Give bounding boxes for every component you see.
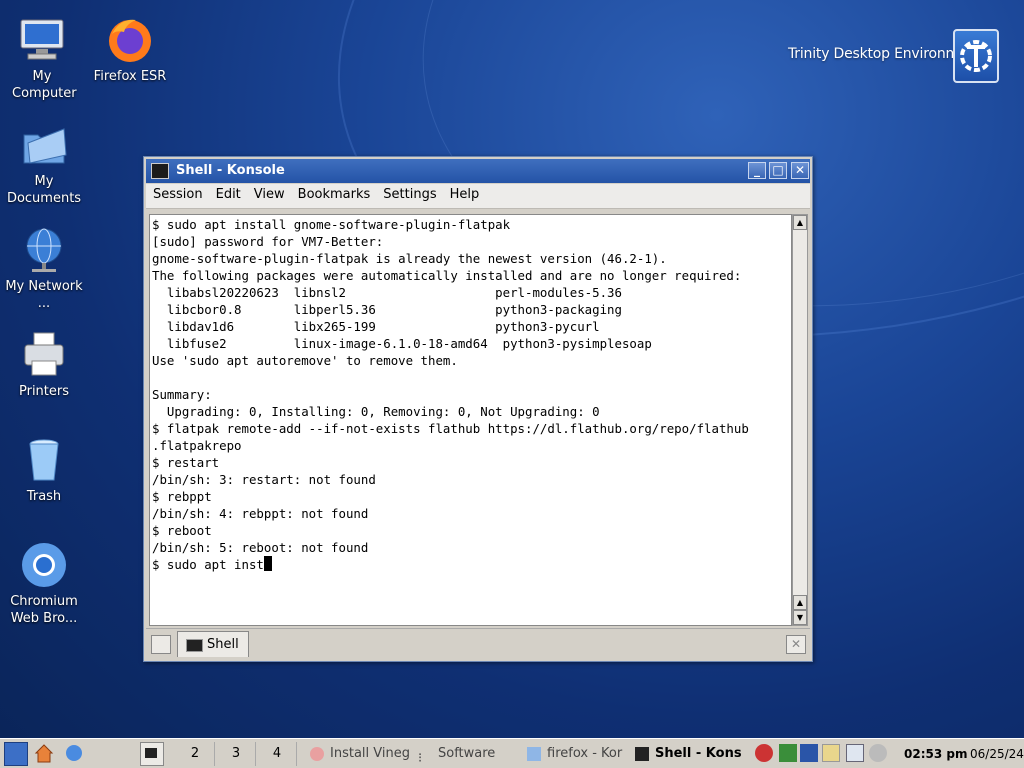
scroll-up-button[interactable]: ▲ xyxy=(793,215,807,230)
vertical-scrollbar[interactable]: ▲ ▲ ▼ xyxy=(792,214,808,626)
terminal-prompt-line[interactable]: $ sudo apt inst xyxy=(152,557,264,572)
task-label: Shell - Kons xyxy=(655,746,742,761)
computer-icon xyxy=(18,16,66,64)
close-button[interactable]: ✕ xyxy=(791,162,809,179)
trinity-menu-icon[interactable] xyxy=(4,742,28,766)
session-tab-bar: Shell ✕ xyxy=(146,628,810,659)
desktop-icon-label: My Documents xyxy=(6,174,82,206)
menu-help[interactable]: Help xyxy=(443,184,486,202)
menu-view[interactable]: View xyxy=(247,184,291,202)
scroll-down-button[interactable]: ▲ xyxy=(793,595,807,610)
scroll-down-button[interactable]: ▼ xyxy=(793,610,807,625)
close-session-button[interactable]: ✕ xyxy=(786,635,806,654)
network-globe-icon xyxy=(20,226,68,274)
folder-icon xyxy=(527,747,541,761)
desktop-icon-printers[interactable]: Printers xyxy=(0,331,89,400)
window-titlebar[interactable]: Shell - Konsole _ □ ✕ xyxy=(146,159,810,183)
chromium-icon xyxy=(20,541,68,589)
menu-edit[interactable]: Edit xyxy=(209,184,247,202)
network-manager-icon[interactable] xyxy=(779,744,797,762)
home-icon[interactable] xyxy=(33,742,55,764)
maximize-button[interactable]: □ xyxy=(769,162,787,179)
terminal-icon xyxy=(635,747,649,761)
tab-label: Shell xyxy=(207,637,239,652)
desktop-icon-trash[interactable]: Trash xyxy=(0,436,89,505)
clock-date[interactable]: 06/25/24 xyxy=(970,742,1024,766)
window-title: Shell - Konsole xyxy=(176,163,285,178)
task-label: Install Vineg xyxy=(330,746,410,761)
desktop-icon-my-documents[interactable]: My Documents xyxy=(0,121,89,207)
show-desktop-icon[interactable] xyxy=(140,742,164,766)
terminal-text: $ sudo apt install gnome-software-plugin… xyxy=(152,217,749,572)
desktop-icon-label: My Network ... xyxy=(5,279,83,311)
app-icon xyxy=(310,747,324,761)
desktop-icon-firefox[interactable]: Firefox ESR xyxy=(85,16,175,85)
folder-icon xyxy=(20,121,68,169)
desktop-switch-2[interactable]: 2 xyxy=(176,742,215,766)
mixer-icon[interactable] xyxy=(755,744,773,762)
desktop-icon-my-computer[interactable]: My Computer xyxy=(0,16,87,102)
terminal-output[interactable]: $ sudo apt install gnome-software-plugin… xyxy=(149,214,792,626)
desktop-icon-label: Firefox ESR xyxy=(93,69,167,84)
konsole-window[interactable]: Shell - Konsole _ □ ✕ Session Edit View Boo… xyxy=(143,156,813,662)
software-icon: ⁝ xyxy=(418,751,423,766)
menu-session[interactable]: Session xyxy=(146,184,209,202)
display-icon[interactable] xyxy=(800,744,818,762)
minimize-button[interactable]: _ xyxy=(748,162,766,179)
task-label: firefox - Kor xyxy=(547,746,623,761)
trinity-logo-icon xyxy=(953,29,999,83)
desktop-icon-label: Trash xyxy=(26,489,62,504)
desktop-switch-3[interactable]: 3 xyxy=(217,742,256,766)
trash-icon xyxy=(20,436,68,484)
menu-settings[interactable]: Settings xyxy=(376,184,442,202)
text-cursor xyxy=(263,556,272,571)
new-session-button[interactable] xyxy=(151,635,171,654)
menu-bar: Session Edit View Bookmarks Settings Help xyxy=(146,184,810,209)
desktop-icon-label: My Computer xyxy=(12,69,77,101)
desktop-icon-my-network[interactable]: My Network ... xyxy=(0,226,89,312)
monitor-icon[interactable] xyxy=(846,744,864,762)
terminal-icon xyxy=(186,639,203,652)
task-software[interactable]: ⁝ Software xyxy=(416,742,538,766)
tab-shell[interactable]: Shell xyxy=(177,631,249,657)
clock-time[interactable]: 02:53 pm xyxy=(904,742,967,766)
firefox-icon xyxy=(106,16,154,64)
task-firefox-konqueror[interactable]: firefox - Kor xyxy=(525,742,649,766)
task-install-vinegar[interactable]: Install Vineg xyxy=(308,742,432,766)
menu-bookmarks[interactable]: Bookmarks xyxy=(291,184,377,202)
desktop-switch-4[interactable]: 4 xyxy=(258,742,297,766)
network-icon[interactable] xyxy=(63,742,85,764)
task-shell-konsole[interactable]: Shell - Kons xyxy=(633,742,758,766)
desktop-icon-label: Printers xyxy=(18,384,70,399)
klipper-icon[interactable] xyxy=(822,744,840,762)
desktop-icon-label: Chromium Web Bro... xyxy=(10,594,78,626)
printer-icon xyxy=(20,331,68,379)
task-label: Software xyxy=(438,746,496,761)
taskbar: 2 3 4 Install Vineg ⁝ Software firefox -… xyxy=(0,738,1024,768)
printer-tray-icon[interactable] xyxy=(869,744,887,762)
terminal-icon xyxy=(151,163,169,179)
desktop-icon-chromium[interactable]: Chromium Web Bro... xyxy=(0,541,89,627)
